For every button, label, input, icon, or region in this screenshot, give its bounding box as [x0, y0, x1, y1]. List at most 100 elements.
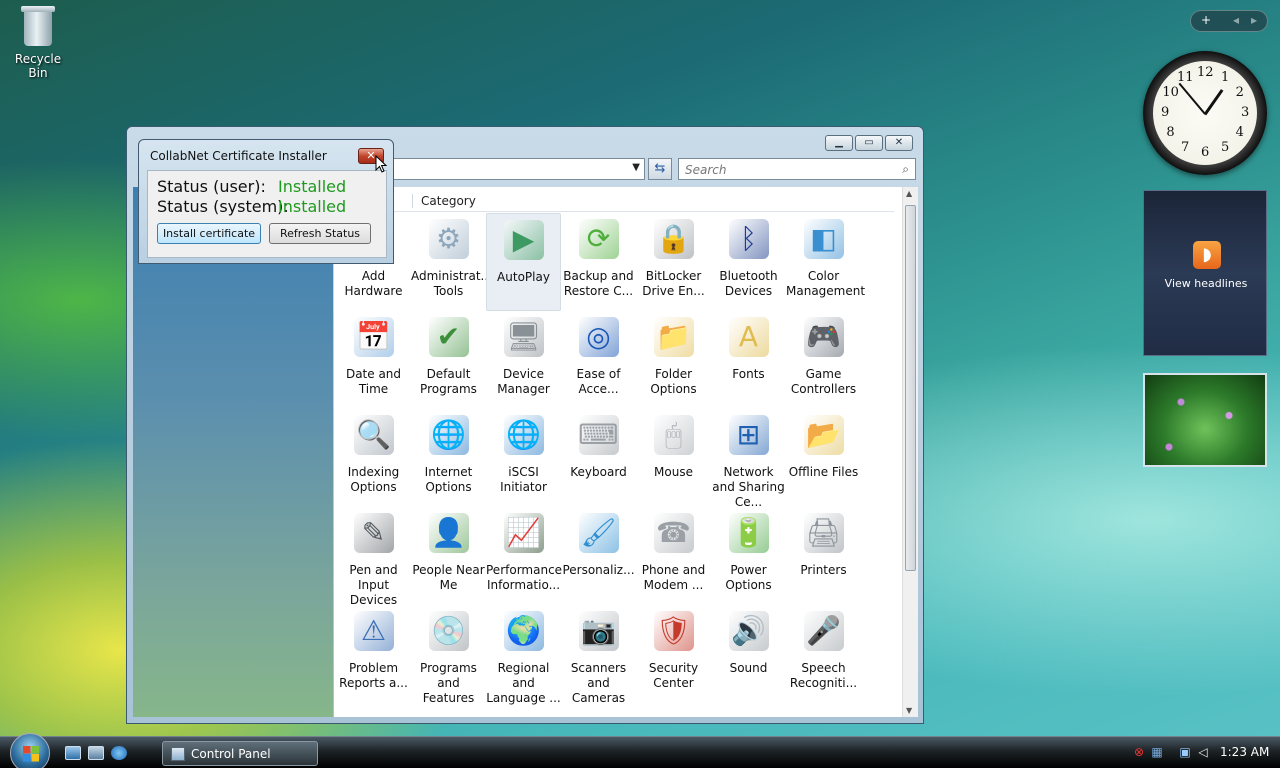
- scroll-thumb[interactable]: [905, 205, 916, 571]
- control-panel-item[interactable]: ⚙ Administrat... Tools: [411, 213, 492, 311]
- slideshow-gadget[interactable]: [1143, 373, 1267, 467]
- control-panel-item[interactable]: A Fonts: [711, 311, 786, 409]
- chevron-down-icon[interactable]: ▼: [632, 162, 640, 173]
- control-panel-item[interactable]: 🌐 iSCSI Initiator: [486, 409, 561, 507]
- autoplay-icon: ▶: [500, 216, 548, 264]
- clock-number: 12: [1197, 65, 1214, 80]
- control-panel-item-label: Mouse: [654, 465, 693, 479]
- clock-gadget[interactable]: 12 1 2 3 4 5 6 7 8 9 10 11: [1143, 51, 1267, 175]
- status-system-value: Installed: [278, 197, 347, 216]
- internet-explorer-icon[interactable]: [111, 746, 127, 760]
- show-desktop-icon[interactable]: [65, 746, 81, 760]
- control-panel-item[interactable]: 📅 Date and Time: [336, 311, 411, 409]
- control-panel-item[interactable]: 📷 Scanners and Cameras: [561, 605, 636, 705]
- maximize-button[interactable]: ▭: [855, 135, 883, 151]
- control-panel-item[interactable]: 🎤 Speech Recogniti...: [786, 605, 861, 703]
- control-panel-item[interactable]: 📈 Performance Informatio...: [486, 507, 562, 605]
- sidebar-controls: + ◂ ▸: [1190, 10, 1268, 32]
- control-panel-item[interactable]: ⟳ Backup and Restore C...: [561, 213, 636, 311]
- control-panel-item-label: Fonts: [732, 367, 765, 381]
- control-panel-item[interactable]: 🔊 Sound: [711, 605, 786, 703]
- control-panel-item[interactable]: 📁 Folder Options: [636, 311, 711, 409]
- security-alert-icon[interactable]: ⊗: [1132, 745, 1146, 759]
- close-button[interactable]: ✕: [885, 135, 913, 151]
- indexing-options-icon: 🔍: [350, 411, 398, 459]
- dialog-title: CollabNet Certificate Installer: [150, 149, 327, 163]
- volume-muted-icon[interactable]: ◁: [1196, 745, 1210, 759]
- performance-icon: 📈: [500, 509, 548, 557]
- scroll-down-icon[interactable]: ▼: [906, 706, 912, 715]
- next-gadget-button[interactable]: ▸: [1251, 13, 1257, 27]
- network-sharing-icon: ⊞: [725, 411, 773, 459]
- control-panel-item[interactable]: ◧ Color Management: [786, 213, 865, 311]
- control-panel-item[interactable]: 👤 People Near Me: [411, 507, 486, 605]
- control-panel-item[interactable]: 🖥 Device Manager: [486, 311, 561, 409]
- clock-number: 10: [1162, 85, 1179, 100]
- control-panel-item-label: Personaliz...: [562, 563, 635, 577]
- control-panel-item[interactable]: 💿 Programs and Features: [411, 605, 486, 705]
- control-panel-item[interactable]: 📂 Offline Files: [786, 409, 861, 507]
- control-panel-item[interactable]: ✎ Pen and Input Devices: [336, 507, 411, 607]
- status-user-row: Status (user): Installed: [157, 177, 346, 196]
- search-input[interactable]: Search ⌕: [678, 158, 916, 180]
- control-panel-item-label: Administrat... Tools: [411, 269, 492, 298]
- minimize-button[interactable]: ▁: [825, 135, 853, 151]
- previous-gadget-button[interactable]: ◂: [1233, 13, 1239, 27]
- control-panel-item[interactable]: 🖨 Printers: [786, 507, 861, 605]
- feed-headlines-gadget[interactable]: ◗ View headlines: [1143, 190, 1267, 356]
- phone-modem-icon: ☎: [650, 509, 698, 557]
- control-panel-item-label: Game Controllers: [790, 367, 857, 396]
- control-panel-item[interactable]: 🎮 Game Controllers: [786, 311, 861, 409]
- network-icon[interactable]: ▣: [1178, 745, 1192, 759]
- vertical-scrollbar[interactable]: ▲ ▼: [902, 187, 918, 717]
- control-panel-item[interactable]: ᛒ Bluetooth Devices: [711, 213, 786, 311]
- control-panel-item[interactable]: 🌐 Internet Options: [411, 409, 486, 507]
- control-panel-item[interactable]: 🔍 Indexing Options: [336, 409, 411, 507]
- printers-icon: 🖨: [800, 509, 848, 557]
- keyboard-icon: ⌨: [575, 411, 623, 459]
- control-panel-item[interactable]: ☎ Phone and Modem ...: [636, 507, 711, 605]
- clock-number: 1: [1221, 70, 1230, 86]
- clock-number: 9: [1161, 105, 1170, 120]
- view-headlines-label[interactable]: View headlines: [1144, 277, 1268, 290]
- control-panel-item[interactable]: 🌍 Regional and Language ...: [486, 605, 561, 705]
- control-panel-item[interactable]: 🖌 Personaliz...: [561, 507, 636, 605]
- pen-input-icon: ✎: [350, 509, 398, 557]
- install-certificate-button[interactable]: Install certificate: [157, 223, 261, 244]
- scroll-up-icon[interactable]: ▲: [906, 189, 912, 198]
- clock-time[interactable]: 1:23 AM: [1220, 745, 1269, 759]
- ease-of-access-icon: ◎: [575, 313, 623, 361]
- control-panel-item-label: Bluetooth Devices: [719, 269, 778, 298]
- taskbar-item-control-panel[interactable]: Control Panel: [162, 741, 318, 766]
- control-panel-item[interactable]: 🔋 Power Options: [711, 507, 786, 605]
- control-panel-item[interactable]: ◎ Ease of Acce...: [561, 311, 636, 409]
- category-column-header[interactable]: Category: [412, 194, 476, 208]
- control-panel-item[interactable]: 🛡 Security Center: [636, 605, 711, 703]
- control-panel-item[interactable]: ⌨ Keyboard: [561, 409, 636, 507]
- control-panel-item-label: Device Manager: [497, 367, 550, 396]
- refresh-status-button[interactable]: Refresh Status: [269, 223, 371, 244]
- control-panel-item[interactable]: ✔ Default Programs: [411, 311, 486, 409]
- recycle-bin-desktop-icon[interactable]: Recycle Bin: [6, 4, 70, 80]
- switch-windows-icon[interactable]: [88, 746, 104, 760]
- control-panel-item-label: Add Hardware: [344, 269, 403, 298]
- status-user-label: Status (user):: [157, 177, 266, 196]
- control-panel-item[interactable]: ▶ AutoPlay: [486, 213, 561, 311]
- control-panel-item[interactable]: ⊞ Network and Sharing Ce...: [711, 409, 786, 509]
- control-panel-item[interactable]: 🔒 BitLocker Drive En...: [636, 213, 711, 311]
- search-icon[interactable]: ⌕: [902, 162, 909, 177]
- control-panel-item-label: Scanners and Cameras: [570, 661, 627, 705]
- clock-number: 5: [1221, 139, 1230, 155]
- windows-update-icon[interactable]: ▦: [1150, 745, 1164, 759]
- control-panel-item-label: Ease of Acce...: [576, 367, 621, 396]
- control-panel-item-label: AutoPlay: [497, 270, 550, 284]
- refresh-button[interactable]: ⇆: [648, 158, 672, 180]
- control-panel-item[interactable]: ⚠ Problem Reports a...: [336, 605, 411, 703]
- address-bar[interactable]: ▼: [392, 158, 645, 180]
- regional-language-icon: 🌍: [500, 607, 548, 655]
- control-panel-item[interactable]: 🖱 Mouse: [636, 409, 711, 507]
- add-gadget-button[interactable]: +: [1201, 13, 1211, 27]
- clock-hour-hand: [1203, 89, 1224, 116]
- start-button[interactable]: [10, 733, 50, 768]
- control-panel-item-label: Backup and Restore C...: [563, 269, 634, 298]
